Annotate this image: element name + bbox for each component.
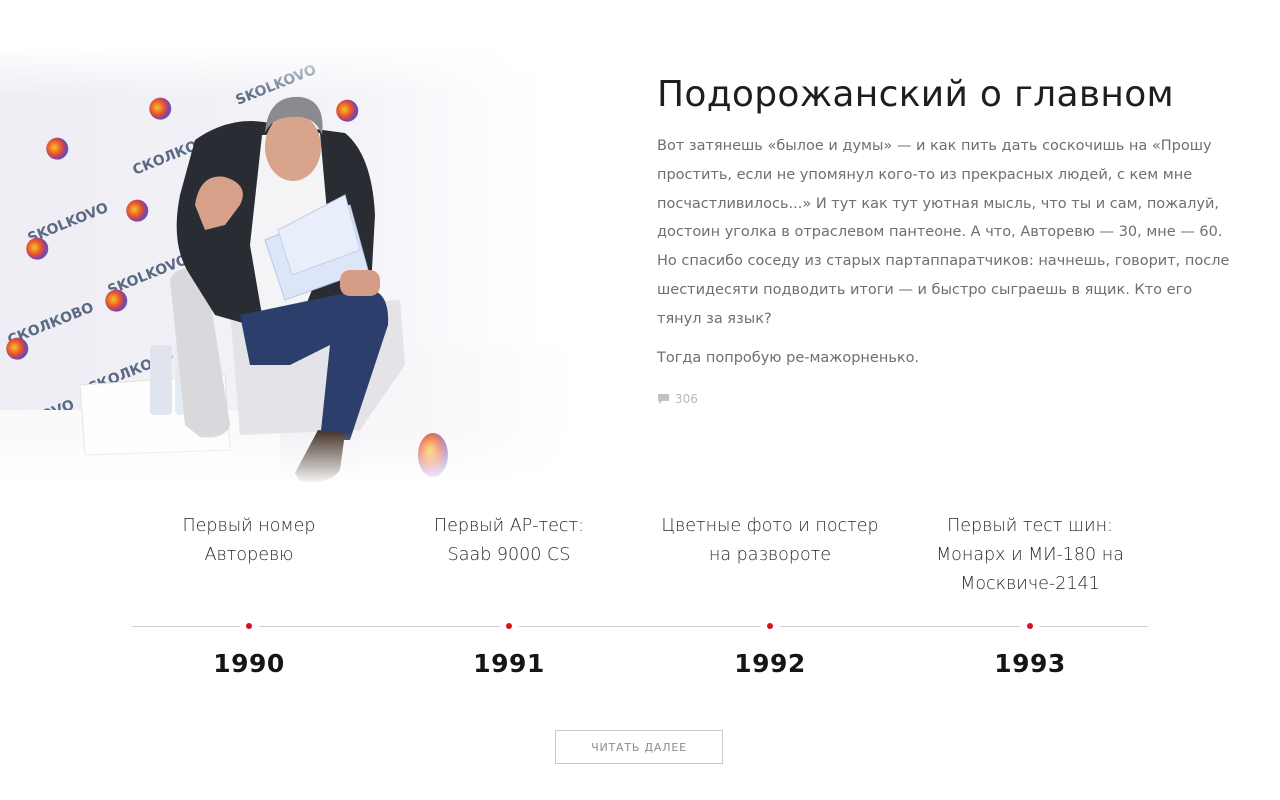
timeline-event-1990: Первый номер Авторевю (119, 512, 379, 570)
comments-count: 306 (675, 392, 698, 407)
event-line: Москвиче-2141 (960, 574, 1100, 594)
timeline-event-1991: Первый АР-тест: Saab 9000 CS (379, 512, 639, 570)
timeline-line (1040, 625, 1148, 627)
timeline-year: 1993 (994, 649, 1066, 678)
event-line: Первый номер (182, 516, 316, 536)
event-line: Saab 9000 CS (447, 545, 571, 565)
event-line: на развороте (708, 545, 832, 565)
event-line: Авторевю (204, 545, 294, 565)
timeline-line (780, 625, 1020, 627)
timeline-year: 1991 (473, 649, 545, 678)
article-intro: Подорожанский о главном Вот затянешь «бы… (657, 72, 1237, 406)
timeline-dot (246, 623, 252, 629)
event-line: Первый тест шин: (947, 516, 1113, 536)
timeline-dot (767, 623, 773, 629)
event-line: Первый АР-тест: (433, 516, 585, 536)
timeline-year: 1992 (734, 649, 806, 678)
photo-illustration: СКОЛКОВО SKOLKOVO SKOLKOVO СКОЛКОВО СКОЛ… (0, 45, 580, 485)
comments-link[interactable]: 306 (657, 392, 698, 406)
timeline-year: 1990 (213, 649, 285, 678)
article-paragraph: Тогда попробую ре-мажорненько. (657, 349, 920, 366)
timeline-line (259, 625, 500, 627)
timeline-event-1992: Цветные фото и постер на развороте (640, 512, 900, 570)
timeline-dot (1027, 623, 1033, 629)
article-photo: СКОЛКОВО SKOLKOVO SKOLKOVO СКОЛКОВО СКОЛ… (0, 45, 580, 485)
timeline-line (519, 625, 760, 627)
timeline-dot (506, 623, 512, 629)
event-line: Цветные фото и постер (661, 516, 879, 536)
article-paragraph: Вот затянешь «былое и думы» — и как пить… (657, 138, 1230, 327)
timeline-line (132, 625, 240, 627)
article-title[interactable]: Подорожанский о главном (657, 72, 1237, 118)
read-more-button[interactable]: ЧИТАТЬ ДАЛЕЕ (555, 730, 723, 764)
timeline-event-1993: Первый тест шин: Монарх и МИ-180 на Моск… (900, 512, 1160, 599)
speech-bubble-icon (658, 394, 669, 405)
event-line: Монарх и МИ-180 на (936, 545, 1124, 565)
